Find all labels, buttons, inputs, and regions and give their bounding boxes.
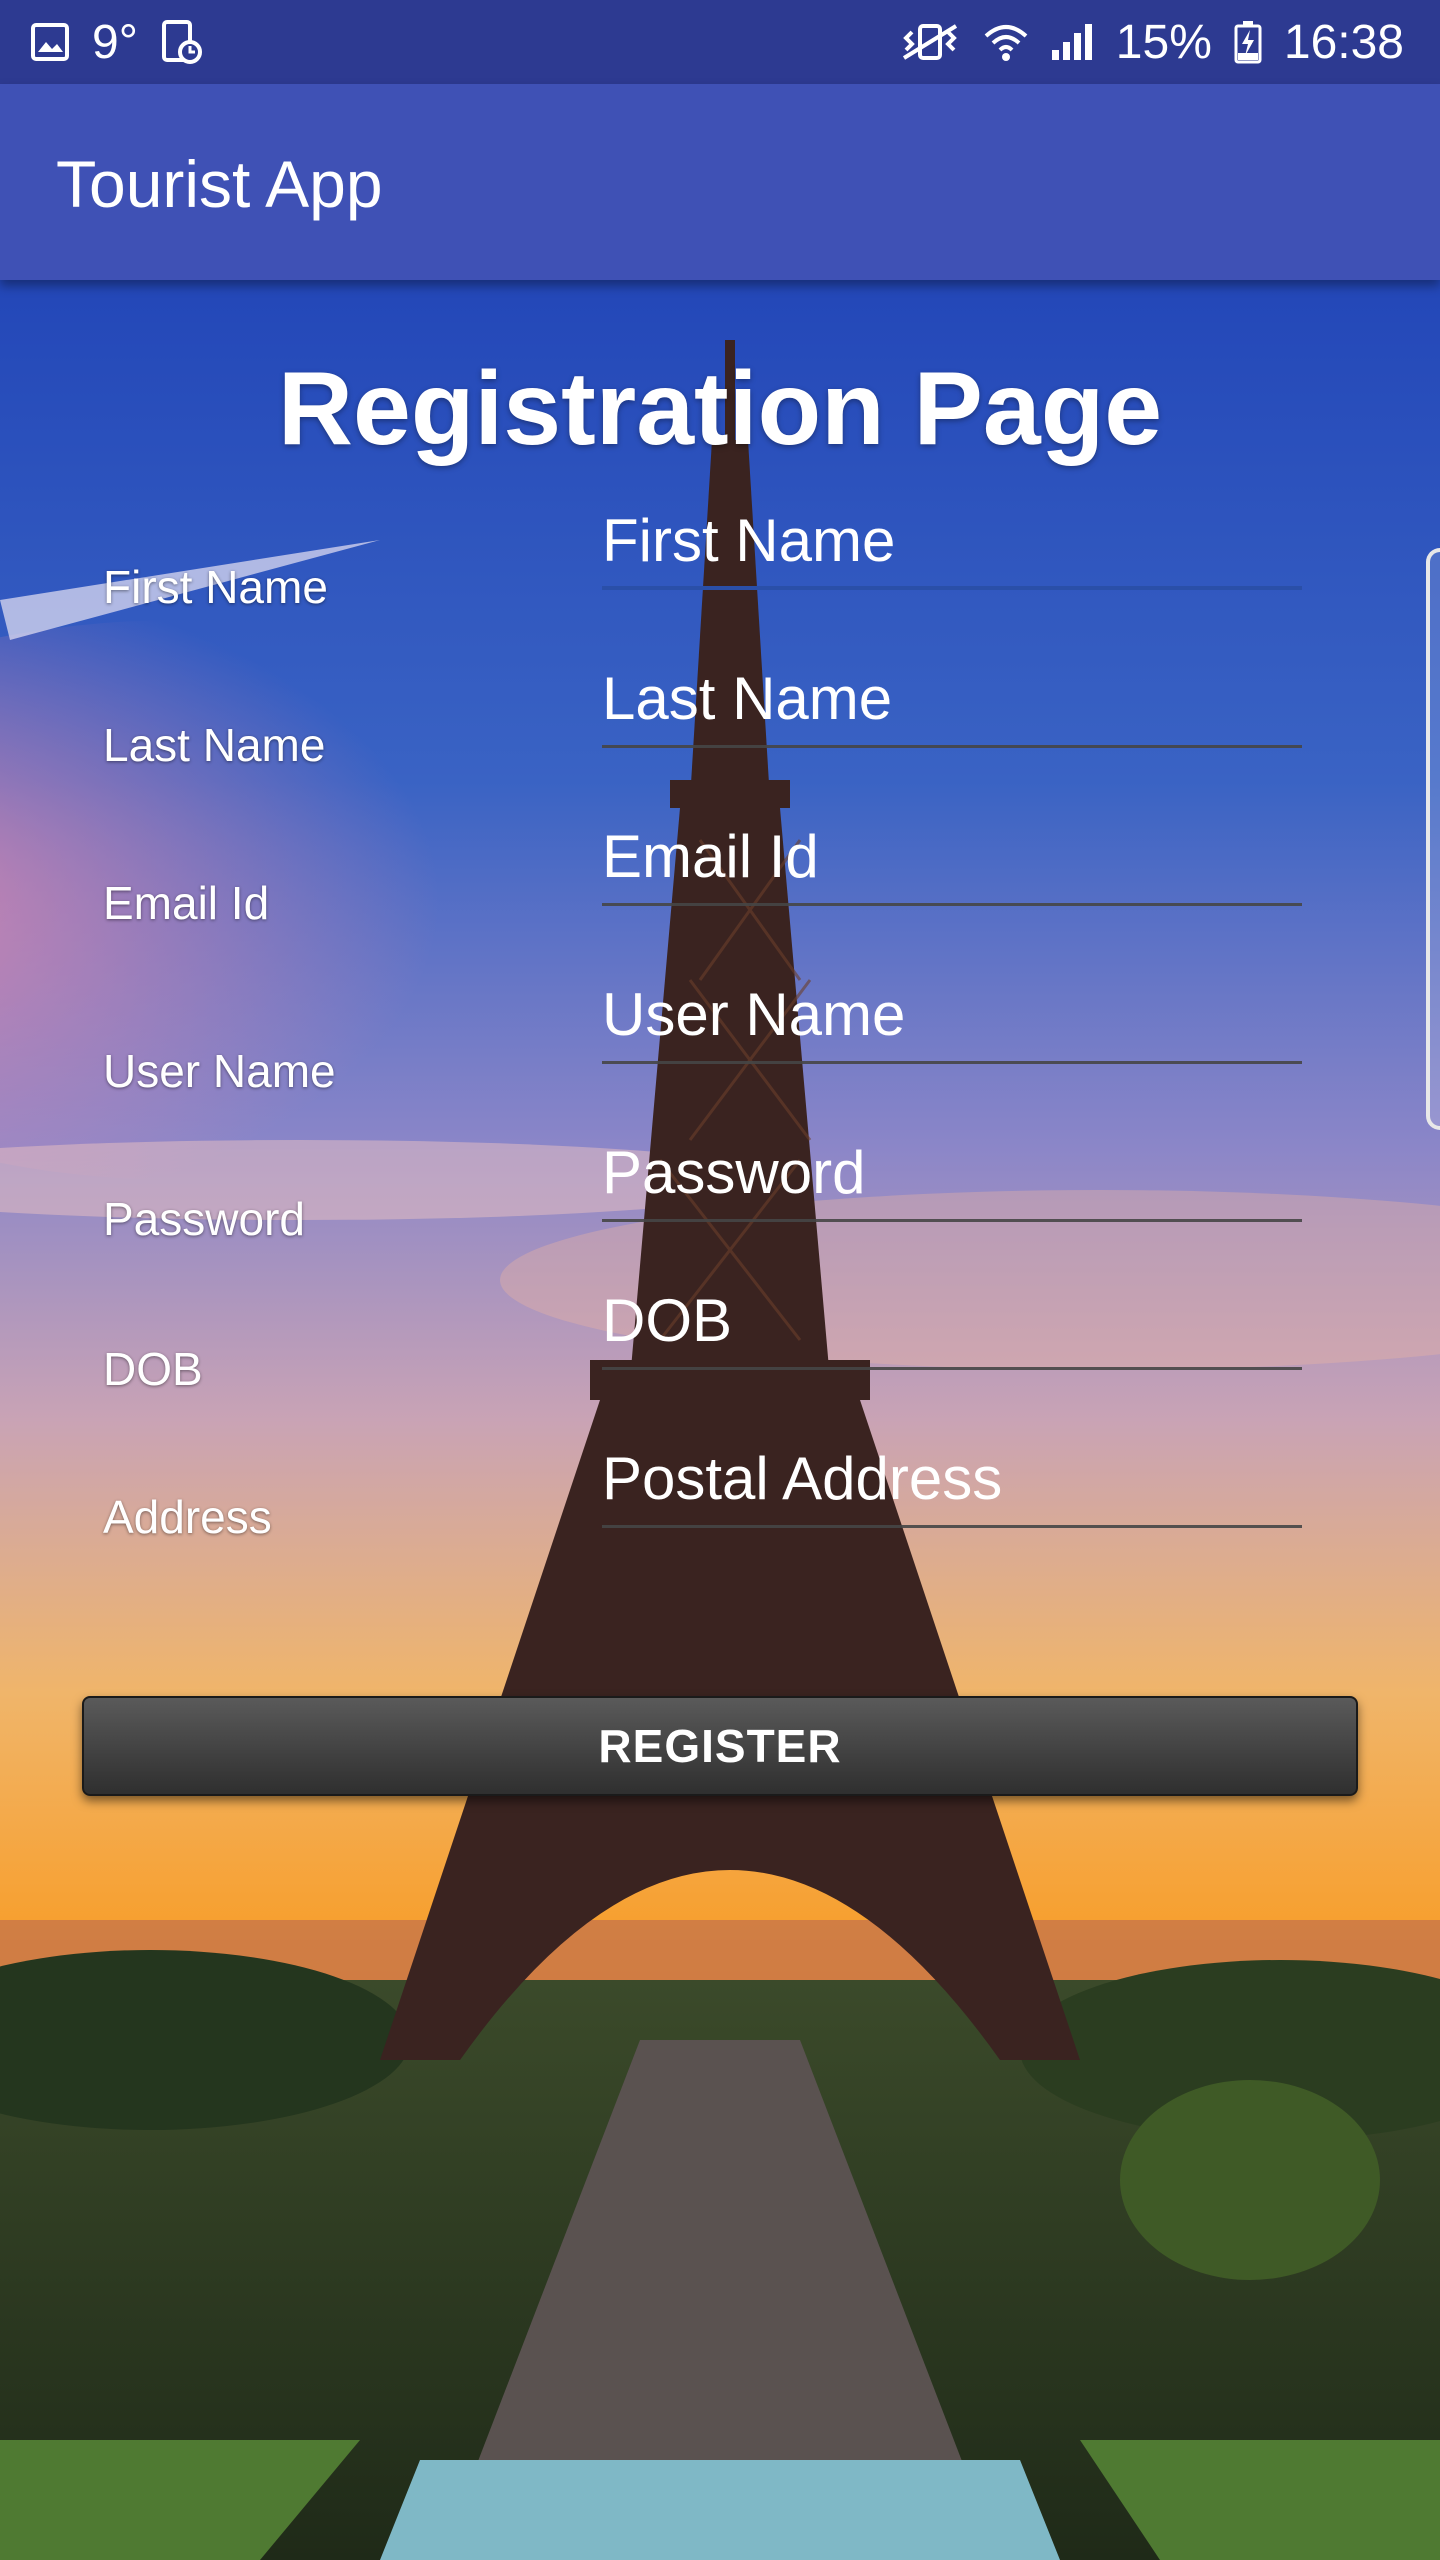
page-heading: Registration Page [277, 351, 1163, 467]
app-title: Tourist App [56, 147, 383, 221]
dob-input[interactable] [602, 1280, 1302, 1360]
register-button[interactable]: REGISTER [82, 1696, 1358, 1796]
postal-address-input[interactable] [602, 1438, 1302, 1518]
app-bar: Tourist App [0, 84, 1440, 280]
password-input[interactable] [602, 1132, 1302, 1212]
email-field[interactable] [602, 816, 1302, 906]
username-label: User Name [103, 1045, 336, 1097]
status-left: 9° [30, 15, 202, 70]
status-right: 15% 16:38 [898, 15, 1404, 70]
password-field[interactable] [602, 1132, 1302, 1222]
postal-address-field[interactable] [602, 1438, 1302, 1528]
address-label: Address [103, 1491, 272, 1543]
first-name-label: First Name [103, 561, 328, 613]
first-name-input[interactable] [602, 500, 1302, 580]
clock-text: 16:38 [1283, 15, 1404, 69]
battery-percent-text: 15% [1115, 15, 1212, 69]
dob-field[interactable] [602, 1280, 1302, 1370]
password-label: Password [103, 1193, 305, 1245]
email-input[interactable] [602, 816, 1302, 896]
username-field[interactable] [602, 974, 1302, 1064]
temperature-text: 9° [92, 15, 138, 69]
last-name-field[interactable] [602, 658, 1302, 748]
dob-label: DOB [103, 1343, 203, 1395]
phone-clock-icon [160, 20, 202, 64]
username-input[interactable] [602, 974, 1302, 1054]
email-label: Email Id [103, 877, 270, 929]
battery-charging-icon [1234, 20, 1262, 64]
edge-panel-handle[interactable] [1426, 548, 1440, 1130]
signal-icon [1050, 22, 1094, 62]
gallery-notification-icon [30, 22, 70, 62]
wifi-icon [984, 22, 1028, 62]
last-name-label: Last Name [103, 719, 326, 771]
vibrate-mute-icon [898, 22, 962, 62]
background-image-eiffel-tower [0, 280, 1440, 2560]
last-name-input[interactable] [602, 658, 1302, 738]
first-name-field[interactable] [602, 500, 1302, 590]
status-bar: 9° 15% 16:38 [0, 0, 1440, 84]
